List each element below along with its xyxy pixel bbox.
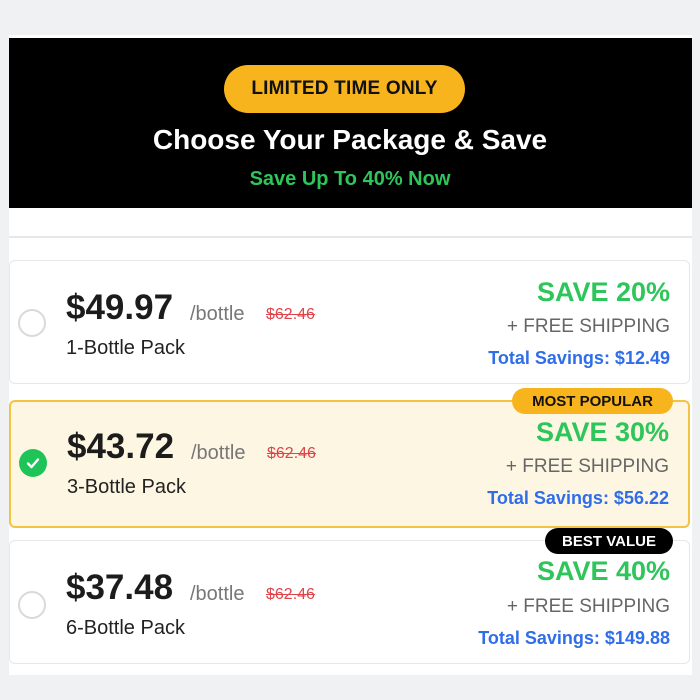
per-bottle-label: /bottle [191,442,246,464]
original-price: $62.46 [267,445,316,462]
divider [9,236,692,238]
most-popular-badge: MOST POPULAR [512,388,673,414]
price: $43.72 [67,427,175,466]
free-shipping-label: + FREE SHIPPING [506,316,670,337]
check-circle-icon[interactable] [19,449,47,477]
save-percent: SAVE 20% [536,277,670,307]
per-bottle-label: /bottle [190,583,245,605]
best-value-badge: BEST VALUE [545,528,673,554]
package-option-6-bottle[interactable]: $37.48 /bottle $62.46 6-Bottle Pack SAVE… [9,540,690,664]
package-option-1-bottle[interactable]: $49.97 /bottle $62.46 1-Bottle Pack SAVE… [9,260,690,384]
pack-label: 3-Bottle Pack [67,476,186,498]
pack-label: 1-Bottle Pack [66,337,185,359]
total-savings: Total Savings: $149.88 [478,628,670,648]
free-shipping-label: + FREE SHIPPING [505,456,669,477]
price: $49.97 [66,288,174,327]
total-savings: Total Savings: $56.22 [487,488,669,508]
limited-time-badge: LIMITED TIME ONLY [224,65,465,113]
page-title: Choose Your Package & Save [152,124,548,155]
pack-label: 6-Bottle Pack [66,617,185,639]
radio-unchecked-icon[interactable] [18,309,46,337]
savings-subtitle: Save Up To 40% Now [249,168,451,190]
package-option-3-bottle[interactable]: $43.72 /bottle $62.46 3-Bottle Pack SAVE… [9,400,690,528]
price: $37.48 [66,568,174,607]
save-percent: SAVE 40% [536,556,670,586]
checkmark-icon [26,458,40,469]
free-shipping-label: + FREE SHIPPING [506,596,670,617]
original-price: $62.46 [266,306,315,323]
save-percent: SAVE 30% [535,417,669,447]
per-bottle-label: /bottle [190,303,245,325]
original-price: $62.46 [266,586,315,603]
total-savings: Total Savings: $12.49 [488,348,670,368]
radio-unchecked-icon[interactable] [18,591,46,619]
